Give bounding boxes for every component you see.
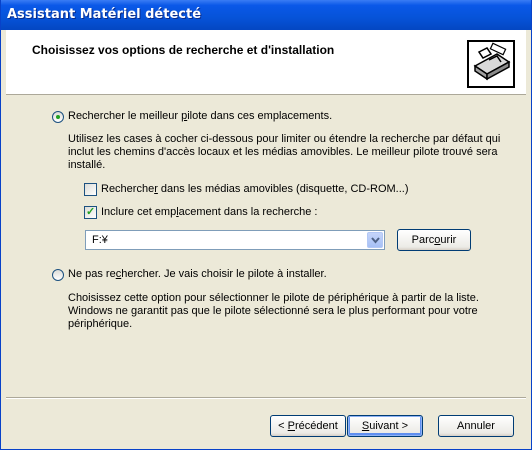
no-search-radio[interactable] [52, 269, 64, 281]
label-part: Parc [411, 234, 435, 246]
window-title: Assistant Matériel détecté [7, 7, 202, 22]
location-value: F:¥ [92, 234, 108, 246]
location-combobox[interactable]: F:¥ [85, 230, 385, 250]
search-best-radio[interactable] [52, 111, 64, 123]
hardware-wizard-icon [467, 40, 515, 88]
label-part: Recherche [101, 183, 155, 195]
label-part: dans les médias amovibles (disquette, CD… [157, 183, 409, 195]
browse-button[interactable]: Parcourir [397, 229, 471, 251]
footer-separator [6, 397, 526, 399]
dropdown-button[interactable] [367, 232, 383, 248]
label-part: Inclure cet emp [101, 206, 177, 218]
include-location-checkbox[interactable] [84, 205, 97, 219]
label-part: acement dans la recherche : [178, 206, 318, 218]
next-button[interactable]: Suivant > [347, 415, 423, 437]
removable-media-checkbox[interactable] [84, 183, 97, 196]
label-part: hercher. Je vais choisir le pilote à ins… [121, 268, 327, 280]
label-part: Ne pas re [68, 268, 116, 280]
wizard-window: Assistant Matériel détecté Choisissez vo… [0, 0, 532, 450]
search-best-description: Utilisez les cases à cocher ci-dessous p… [68, 133, 501, 171]
label-part: récédent [295, 420, 338, 432]
label-part: ilote dans ces emplacements. [187, 110, 333, 122]
label-part: Rechercher le meilleur [68, 110, 182, 122]
title-bar[interactable]: Assistant Matériel détecté [1, 0, 531, 30]
wizard-header: Choisissez vos options de recherche et d… [6, 30, 526, 95]
include-location-label[interactable]: Inclure cet emplacement dans la recherch… [101, 206, 317, 218]
label-part: urir [440, 234, 457, 246]
cancel-button[interactable]: Annuler [438, 415, 514, 437]
label-mnemonic: P [287, 420, 295, 432]
removable-media-label[interactable]: Rechercher dans les médias amovibles (di… [101, 183, 409, 195]
back-button[interactable]: < Précédent [270, 415, 346, 437]
search-best-label[interactable]: Rechercher le meilleur pilote dans ces e… [68, 110, 332, 122]
page-heading: Choisissez vos options de recherche et d… [32, 43, 335, 57]
no-search-description: Choisissez cette option pour sélectionne… [68, 292, 479, 330]
label-part: < [278, 420, 288, 432]
chevron-down-icon [371, 237, 380, 244]
no-search-label[interactable]: Ne pas rechercher. Je vais choisir le pi… [68, 268, 327, 280]
label-part: uivant > [369, 420, 409, 432]
